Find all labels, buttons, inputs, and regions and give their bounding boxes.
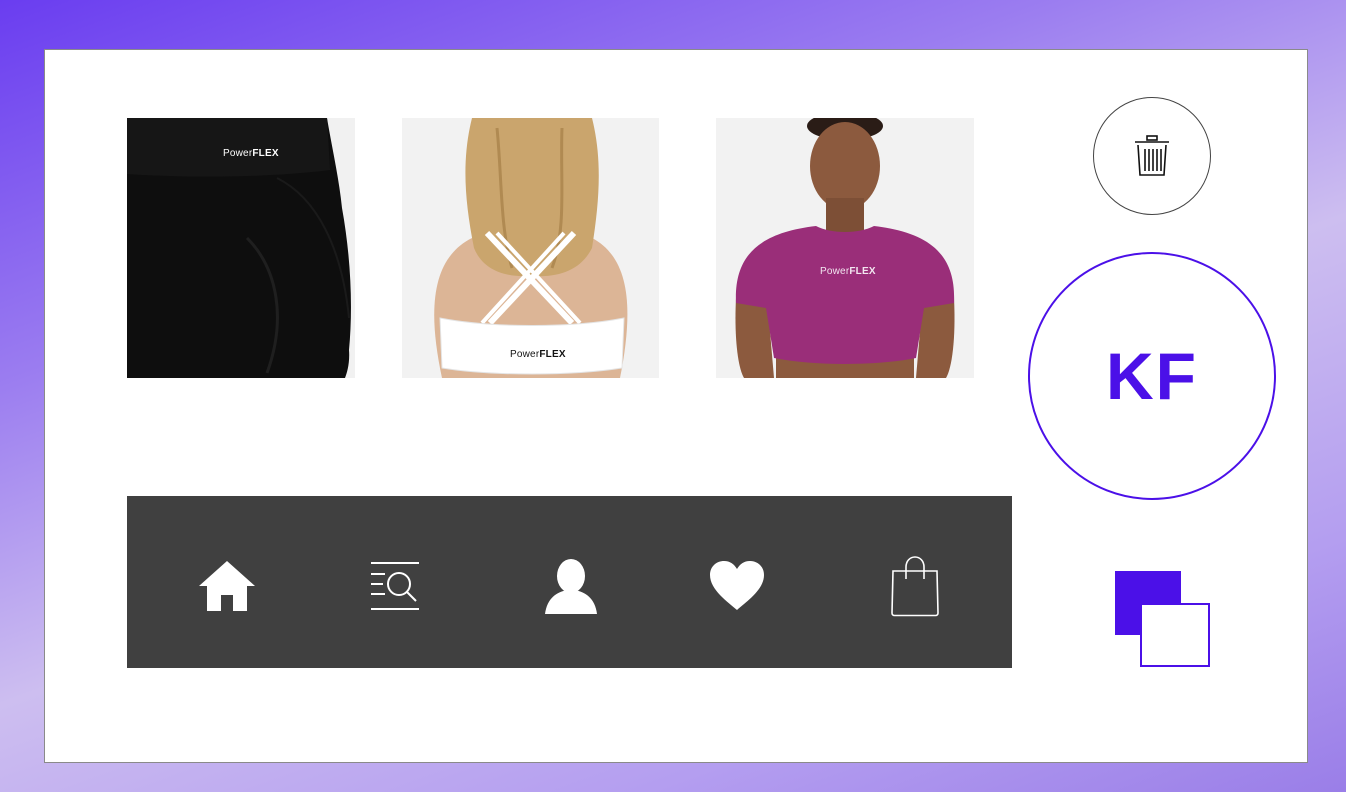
brand-label: PowerFLEX <box>510 349 566 360</box>
nav-cart-button[interactable] <box>883 556 947 617</box>
nav-home-button[interactable] <box>195 556 259 616</box>
search-list-icon <box>371 562 419 610</box>
layers-icon[interactable] <box>1113 569 1213 669</box>
product-image-black-shorts[interactable]: PowerFLEX <box>127 118 355 378</box>
profile-icon <box>545 559 597 614</box>
crop-top-illustration <box>716 118 974 378</box>
avatar-initials: KF <box>1106 339 1198 413</box>
bottom-nav-bar <box>127 496 1012 668</box>
product-image-white-sports-bra[interactable]: PowerFLEX <box>402 118 659 378</box>
trash-icon <box>1135 135 1169 176</box>
product-image-magenta-crop-top[interactable]: PowerFLEX <box>716 118 974 378</box>
nav-favorites-button[interactable] <box>705 556 769 616</box>
home-icon <box>199 561 255 611</box>
user-avatar[interactable]: KF <box>1028 252 1276 500</box>
app-canvas: PowerFLEX PowerFLEX PowerFLEX KF <box>44 49 1308 763</box>
sports-bra-illustration <box>402 118 659 378</box>
brand-label: PowerFLEX <box>820 266 876 277</box>
heart-icon <box>710 561 764 610</box>
shopping-bag-icon <box>891 556 939 617</box>
nav-profile-button[interactable] <box>539 556 603 616</box>
nav-search-button[interactable] <box>363 556 427 616</box>
brand-label: PowerFLEX <box>223 148 279 159</box>
delete-button[interactable] <box>1093 97 1211 215</box>
